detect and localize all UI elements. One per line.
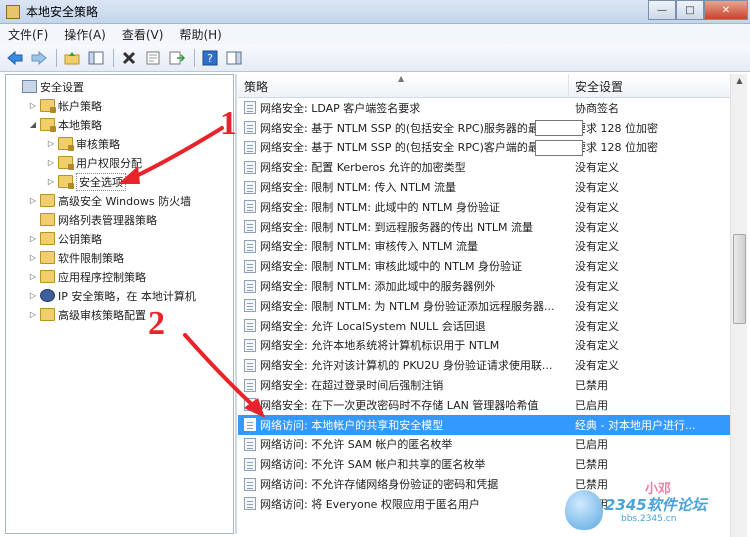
annotation-arrow-1 — [126, 126, 224, 182]
annotation-number-2: 2 — [148, 305, 165, 342]
watermark: 小邓 2345软件论坛 bbs.2345.cn — [565, 476, 750, 537]
annotation-number-1: 1 — [220, 105, 237, 142]
watermark-title: 2345软件论坛 — [605, 496, 707, 514]
annotation-arrow-1-head — [118, 166, 140, 184]
mascot-logo — [565, 490, 603, 530]
annotation-arrows — [118, 126, 265, 418]
watermark-url: bbs.2345.cn — [621, 514, 677, 524]
annotation-arrow-2 — [183, 333, 260, 412]
